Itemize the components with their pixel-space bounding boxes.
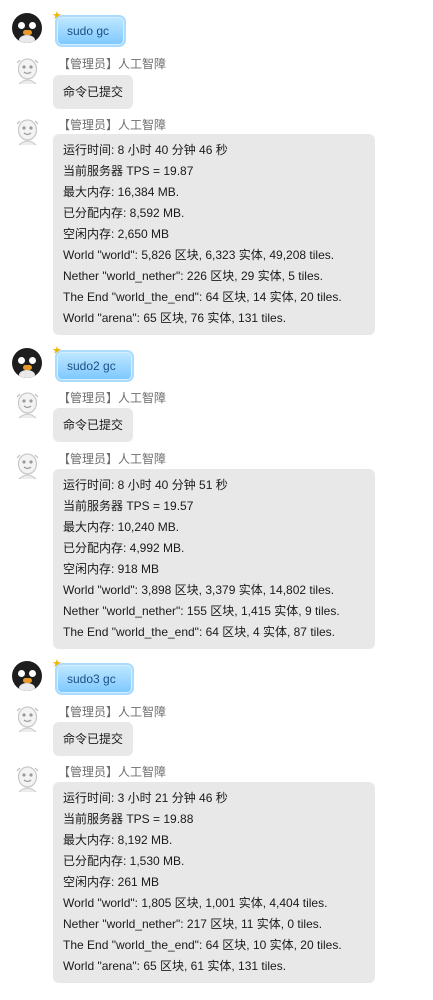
report-line: 最大内存: 8,192 MB.	[63, 833, 173, 847]
bot-avatar-icon[interactable]	[14, 391, 41, 419]
report-line: 空闲内存: 918 MB	[63, 562, 160, 576]
server-status-report-bubble[interactable]: 运行时间: 8 小时 40 分钟 51 秒当前服务器 TPS = 19.57 最大…	[53, 469, 375, 649]
penguin-avatar-part	[29, 670, 36, 677]
command-bubble[interactable]: sudo3 gc	[55, 663, 134, 695]
server-status-report-bubble[interactable]: 运行时间: 3 小时 21 分钟 46 秒当前服务器 TPS = 19.88 最大…	[53, 782, 375, 983]
ack-message-text: 命令已提交	[63, 732, 124, 746]
command-text: sudo3 gc	[67, 672, 116, 686]
report-line: 运行时间: 3 小时 21 分钟 46 秒	[63, 791, 228, 805]
report-line: 当前服务器 TPS = 19.57	[63, 499, 194, 513]
report-line: 已分配内存: 4,992 MB.	[63, 541, 185, 555]
report-line: 运行时间: 8 小时 40 分钟 51 秒	[63, 478, 228, 492]
report-line: World "arena": 65 区块, 61 实体, 131 tiles.	[63, 959, 287, 973]
penguin-avatar-part	[29, 357, 36, 364]
command-text: sudo gc	[67, 24, 110, 38]
sender-name: 【管理员】人工智障	[58, 705, 167, 719]
report-line: 已分配内存: 8,592 MB.	[63, 206, 185, 220]
report-line: 空闲内存: 2,650 MB	[63, 227, 170, 241]
ack-message-text: 命令已提交	[63, 85, 124, 99]
ack-message-bubble[interactable]: 命令已提交	[53, 408, 134, 442]
report-line: 当前服务器 TPS = 19.88	[63, 812, 194, 826]
sender-name: 【管理员】人工智障	[58, 765, 167, 779]
bot-avatar-icon[interactable]	[14, 452, 41, 480]
report-line: Nether "world_nether": 226 区块, 29 实体, 5 …	[63, 269, 323, 283]
penguin-avatar-part	[18, 357, 25, 364]
sender-name: 【管理员】人工智障	[58, 57, 167, 71]
bot-avatar-icon[interactable]	[14, 705, 41, 733]
ack-message-bubble[interactable]: 命令已提交	[53, 75, 134, 109]
sender-name: 【管理员】人工智障	[58, 118, 167, 132]
penguin-avatar-part	[19, 35, 35, 43]
report-line: 空闲内存: 261 MB	[63, 875, 160, 889]
sender-name: 【管理员】人工智障	[58, 391, 167, 405]
report-line: The End "world_the_end": 64 区块, 10 实体, 2…	[63, 938, 342, 952]
report-line: World "world": 3,898 区块, 3,379 实体, 14,80…	[63, 583, 335, 597]
ack-message-bubble[interactable]: 命令已提交	[53, 722, 134, 756]
report-line: 当前服务器 TPS = 19.87	[63, 164, 194, 178]
bot-avatar-icon[interactable]	[14, 57, 41, 85]
report-line: The End "world_the_end": 64 区块, 4 实体, 87…	[63, 625, 335, 639]
report-line: Nether "world_nether": 217 区块, 11 实体, 0 …	[63, 917, 323, 931]
command-bubble[interactable]: sudo gc	[55, 15, 126, 47]
report-line: World "world": 5,826 区块, 6,323 实体, 49,20…	[63, 248, 335, 262]
report-line: 已分配内存: 1,530 MB.	[63, 854, 185, 868]
report-line: World "world": 1,805 区块, 1,001 实体, 4,404…	[63, 896, 328, 910]
report-line: 最大内存: 10,240 MB.	[63, 520, 180, 534]
penguin-avatar-part	[19, 370, 35, 378]
user-avatar-penguin-icon[interactable]	[12, 661, 42, 691]
report-line: 最大内存: 16,384 MB.	[63, 185, 180, 199]
penguin-avatar-part	[18, 670, 25, 677]
bot-avatar-icon[interactable]	[14, 765, 41, 793]
command-bubble[interactable]: sudo2 gc	[55, 350, 134, 382]
command-text: sudo2 gc	[67, 359, 116, 373]
report-line: The End "world_the_end": 64 区块, 14 实体, 2…	[63, 290, 342, 304]
bot-avatar-icon[interactable]	[14, 118, 41, 146]
ack-message-text: 命令已提交	[63, 418, 124, 432]
report-line: 运行时间: 8 小时 40 分钟 46 秒	[63, 143, 228, 157]
penguin-avatar-part	[18, 22, 25, 29]
server-status-report-bubble[interactable]: 运行时间: 8 小时 40 分钟 46 秒当前服务器 TPS = 19.87 最大…	[53, 134, 375, 335]
sender-name: 【管理员】人工智障	[58, 452, 167, 466]
penguin-avatar-part	[19, 683, 35, 691]
user-avatar-penguin-icon[interactable]	[12, 13, 42, 43]
user-avatar-penguin-icon[interactable]	[12, 348, 42, 378]
penguin-avatar-part	[29, 22, 36, 29]
report-line: World "arena": 65 区块, 76 实体, 131 tiles.	[63, 311, 287, 325]
report-line: Nether "world_nether": 155 区块, 1,415 实体,…	[63, 604, 340, 618]
